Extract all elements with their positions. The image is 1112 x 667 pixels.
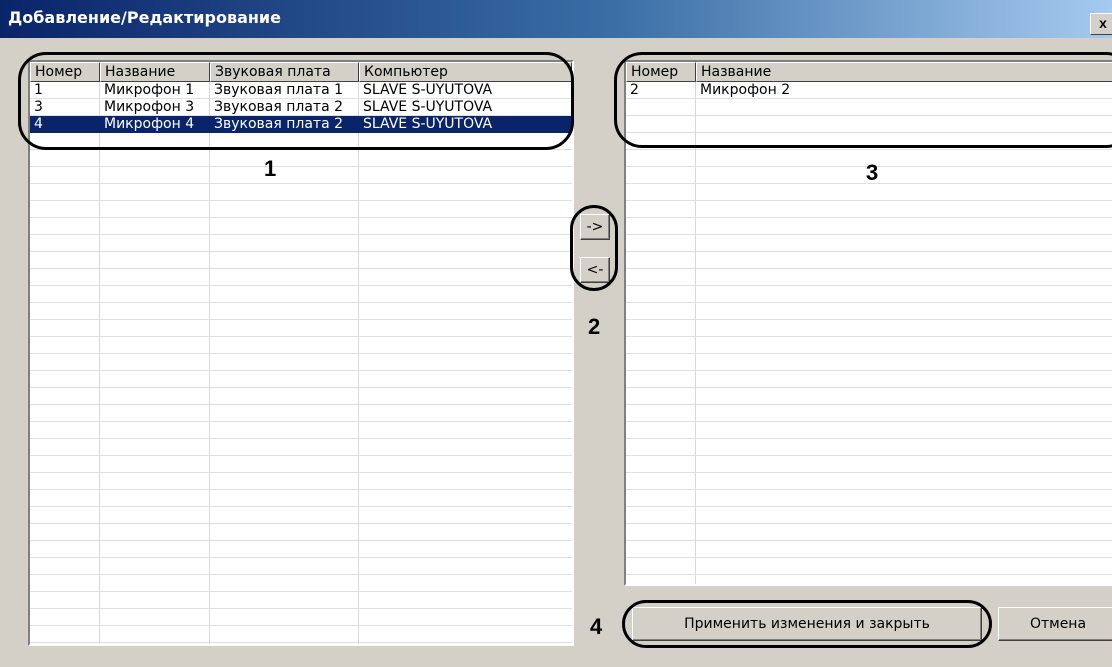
close-button[interactable]: x [1090,13,1112,35]
dialog-window: Добавление/Редактирование x Номер Назван… [0,0,1112,667]
cell-soundcard: Звуковая плата 1 [214,82,344,98]
cell-name: Микрофон 3 [104,99,195,115]
column-header-number[interactable]: Номер [626,62,696,82]
cell-number: 2 [630,82,639,98]
cancel-button[interactable]: Отмена [998,607,1112,641]
cell-number: 1 [34,82,43,98]
cell-soundcard: Звуковая плата 2 [214,99,344,115]
table-row-selected[interactable]: 4 Микрофон 4 Звуковая плата 2 SLAVE S-UY… [30,116,572,133]
cell-number: 4 [34,116,43,132]
apply-and-close-button[interactable]: Применить изменения и закрыть [632,607,982,641]
column-header-number[interactable]: Номер [30,62,100,82]
annotation-number-4: 4 [590,614,603,639]
annotation-number-1: 1 [264,156,277,181]
cell-name: Микрофон 1 [104,82,195,98]
column-divider [99,62,100,644]
column-divider [358,62,359,644]
list-grid [626,62,1112,584]
column-header-soundcard[interactable]: Звуковая плата [210,62,359,82]
cell-number: 3 [34,99,43,115]
table-row[interactable]: 1 Микрофон 1 Звуковая плата 1 SLAVE S-UY… [30,82,572,99]
table-row[interactable]: 2 Микрофон 2 [626,82,1112,99]
cell-name: Микрофон 2 [700,82,791,98]
list-header: Номер Название Звуковая плата Компьютер [30,62,572,82]
available-microphones-list[interactable]: Номер Название Звуковая плата Компьютер … [28,60,574,646]
title-bar[interactable]: Добавление/Редактирование x [0,0,1112,38]
cell-computer: SLAVE S-UYUTOVA [363,116,493,132]
column-header-computer[interactable]: Компьютер [359,62,572,82]
window-title: Добавление/Редактирование [8,8,281,27]
column-divider [695,62,696,584]
column-divider [209,62,210,644]
column-header-name[interactable]: Название [100,62,210,82]
add-to-selection-button[interactable]: -> [580,214,610,240]
remove-from-selection-button[interactable]: <- [580,257,610,283]
list-grid [30,62,572,644]
cell-computer: SLAVE S-UYUTOVA [363,99,493,115]
cell-name: Микрофон 4 [104,116,195,132]
cell-soundcard: Звуковая плата 2 [214,116,344,132]
table-row[interactable]: 3 Микрофон 3 Звуковая плата 2 SLAVE S-UY… [30,99,572,116]
cell-computer: SLAVE S-UYUTOVA [363,82,493,98]
selected-microphones-list[interactable]: Номер Название 2 Микрофон 2 [624,60,1112,586]
list-header: Номер Название [626,62,1112,82]
column-header-name[interactable]: Название [696,62,1112,82]
annotation-number-2: 2 [588,314,601,339]
annotation-number-3: 3 [866,160,879,185]
